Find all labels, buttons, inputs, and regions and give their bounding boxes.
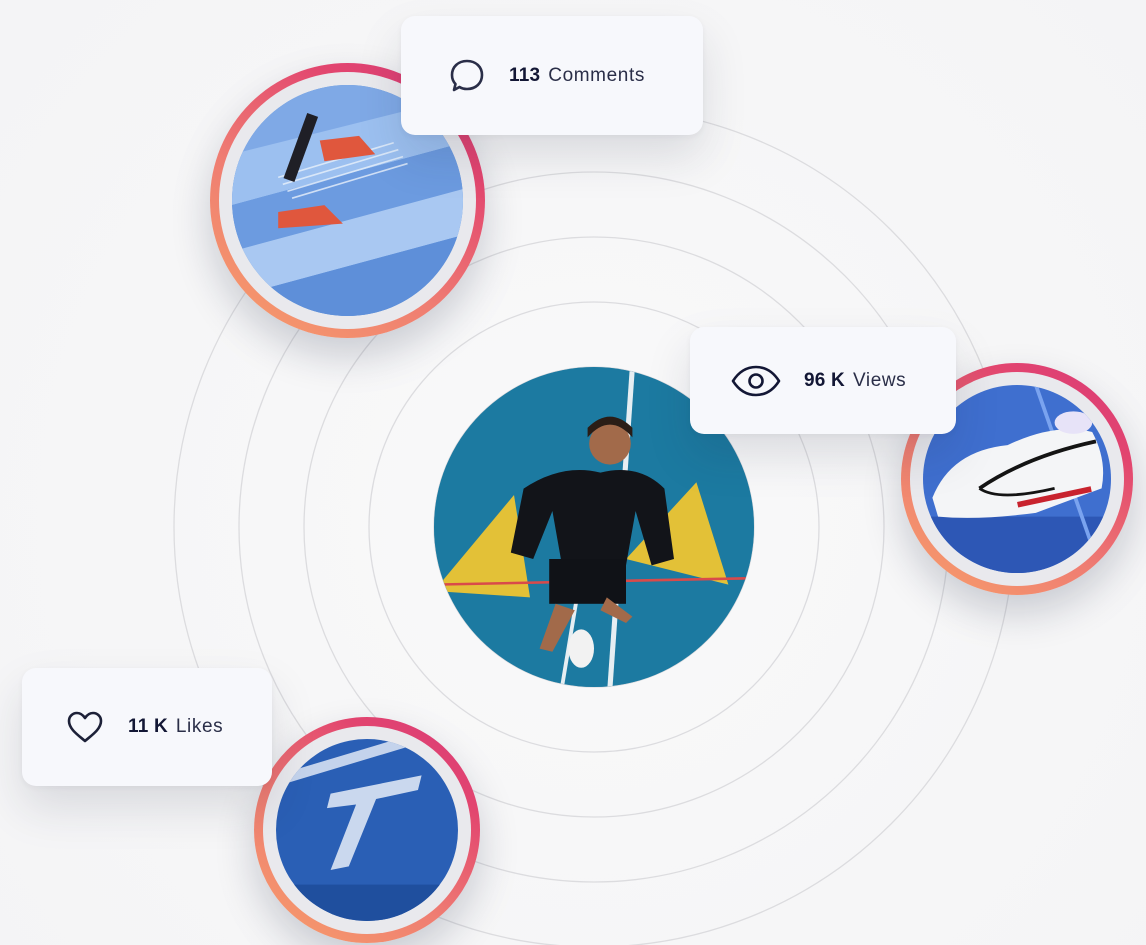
views-stat-card: 96 K Views	[690, 327, 956, 434]
speech-bubble-icon	[447, 56, 487, 96]
views-count: 96 K	[804, 369, 845, 391]
views-label: Views	[852, 369, 907, 391]
running-track-lane-photo	[276, 739, 458, 921]
social-stats-illustration: 113 Comments 96 K Views 11 K Likes	[0, 0, 1146, 945]
likes-stat-card: 11 K Likes	[22, 668, 272, 786]
likes-count: 11 K	[128, 716, 168, 737]
likes-label: Likes	[175, 716, 224, 737]
eye-icon	[730, 364, 782, 398]
heart-icon	[66, 710, 104, 744]
running-track-lane-photo-frame	[254, 717, 480, 943]
comments-label: Comments	[548, 64, 645, 86]
comments-stat-card: 113 Comments	[401, 16, 703, 135]
comments-count: 113	[509, 64, 541, 86]
